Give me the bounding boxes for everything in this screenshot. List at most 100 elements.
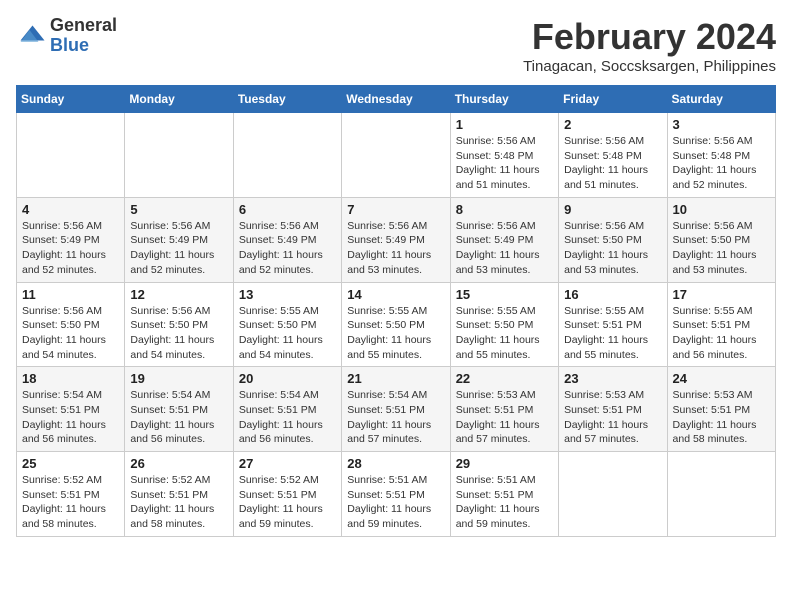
day-number: 1 xyxy=(456,117,553,132)
day-info: Sunrise: 5:56 AMSunset: 5:50 PMDaylight:… xyxy=(673,219,770,278)
calendar-cell: 18 Sunrise: 5:54 AMSunset: 5:51 PMDayligh… xyxy=(17,367,125,452)
day-info: Sunrise: 5:55 AMSunset: 5:50 PMDaylight:… xyxy=(456,304,553,363)
calendar-cell: 24Sunrise: 5:53 AMSunset: 5:51 PMDayligh… xyxy=(667,367,775,452)
day-info: Sunrise: 5:56 AMSunset: 5:49 PMDaylight:… xyxy=(130,219,227,278)
day-info: Sunrise: 5:56 AMSunset: 5:49 PMDaylight:… xyxy=(456,219,553,278)
calendar-week-1: 1 Sunrise: 5:56 AMSunset: 5:48 PMDaylight… xyxy=(17,113,776,198)
day-info: Sunrise: 5:54 AMSunset: 5:51 PMDaylight:… xyxy=(130,388,227,447)
day-info: Sunrise: 5:53 AMSunset: 5:51 PMDaylight:… xyxy=(456,388,553,447)
calendar-cell: 1 Sunrise: 5:56 AMSunset: 5:48 PMDaylight… xyxy=(450,113,558,198)
weekday-header-wednesday: Wednesday xyxy=(342,86,450,113)
calendar-cell xyxy=(233,113,341,198)
calendar-cell: 15 Sunrise: 5:55 AMSunset: 5:50 PMDayligh… xyxy=(450,282,558,367)
day-info: Sunrise: 5:56 AMSunset: 5:49 PMDaylight:… xyxy=(22,219,119,278)
calendar-cell: 2Sunrise: 5:56 AMSunset: 5:48 PMDaylight… xyxy=(559,113,667,198)
calendar-cell: 27 Sunrise: 5:52 AMSunset: 5:51 PMDayligh… xyxy=(233,452,341,537)
calendar-cell: 8 Sunrise: 5:56 AMSunset: 5:49 PMDaylight… xyxy=(450,197,558,282)
calendar-cell: 20 Sunrise: 5:54 AMSunset: 5:51 PMDayligh… xyxy=(233,367,341,452)
calendar-cell: 13 Sunrise: 5:55 AMSunset: 5:50 PMDayligh… xyxy=(233,282,341,367)
day-number: 24 xyxy=(673,371,770,386)
day-number: 18 xyxy=(22,371,119,386)
calendar-table: SundayMondayTuesdayWednesdayThursdayFrid… xyxy=(16,85,776,537)
day-info: Sunrise: 5:52 AMSunset: 5:51 PMDaylight:… xyxy=(22,473,119,532)
day-number: 11 xyxy=(22,287,119,302)
weekday-header-thursday: Thursday xyxy=(450,86,558,113)
calendar-cell: 10 Sunrise: 5:56 AMSunset: 5:50 PMDayligh… xyxy=(667,197,775,282)
day-number: 3 xyxy=(673,117,770,132)
day-number: 5 xyxy=(130,202,227,217)
weekday-header-saturday: Saturday xyxy=(667,86,775,113)
weekday-header-sunday: Sunday xyxy=(17,86,125,113)
calendar-cell: 29Sunrise: 5:51 AMSunset: 5:51 PMDayligh… xyxy=(450,452,558,537)
day-info: Sunrise: 5:54 AMSunset: 5:51 PMDaylight:… xyxy=(239,388,336,447)
calendar-cell: 26 Sunrise: 5:52 AMSunset: 5:51 PMDayligh… xyxy=(125,452,233,537)
calendar-cell xyxy=(342,113,450,198)
calendar-cell xyxy=(17,113,125,198)
weekday-header-friday: Friday xyxy=(559,86,667,113)
day-number: 20 xyxy=(239,371,336,386)
day-number: 12 xyxy=(130,287,227,302)
weekday-header-monday: Monday xyxy=(125,86,233,113)
calendar-week-3: 11 Sunrise: 5:56 AMSunset: 5:50 PMDayligh… xyxy=(17,282,776,367)
calendar-cell: 19 Sunrise: 5:54 AMSunset: 5:51 PMDayligh… xyxy=(125,367,233,452)
day-info: Sunrise: 5:56 AMSunset: 5:48 PMDaylight:… xyxy=(564,134,661,193)
day-number: 17 xyxy=(673,287,770,302)
day-info: Sunrise: 5:56 AMSunset: 5:49 PMDaylight:… xyxy=(239,219,336,278)
calendar-cell: 4 Sunrise: 5:56 AMSunset: 5:49 PMDaylight… xyxy=(17,197,125,282)
calendar-cell: 21Sunrise: 5:54 AMSunset: 5:51 PMDayligh… xyxy=(342,367,450,452)
logo-icon xyxy=(16,21,46,51)
logo: General Blue xyxy=(16,16,117,56)
day-info: Sunrise: 5:52 AMSunset: 5:51 PMDaylight:… xyxy=(239,473,336,532)
day-info: Sunrise: 5:56 AMSunset: 5:50 PMDaylight:… xyxy=(564,219,661,278)
calendar-cell xyxy=(559,452,667,537)
day-number: 27 xyxy=(239,456,336,471)
day-number: 8 xyxy=(456,202,553,217)
calendar-cell: 23Sunrise: 5:53 AMSunset: 5:51 PMDayligh… xyxy=(559,367,667,452)
calendar-cell: 6Sunrise: 5:56 AMSunset: 5:49 PMDaylight… xyxy=(233,197,341,282)
day-info: Sunrise: 5:54 AMSunset: 5:51 PMDaylight:… xyxy=(22,388,119,447)
title-block: February 2024 Tinagacan, Soccsksargen, P… xyxy=(523,16,776,75)
day-number: 22 xyxy=(456,371,553,386)
day-number: 4 xyxy=(22,202,119,217)
month-title: February 2024 xyxy=(523,16,776,58)
day-info: Sunrise: 5:55 AMSunset: 5:51 PMDaylight:… xyxy=(673,304,770,363)
day-number: 25 xyxy=(22,456,119,471)
day-info: Sunrise: 5:56 AMSunset: 5:50 PMDaylight:… xyxy=(130,304,227,363)
day-number: 26 xyxy=(130,456,227,471)
day-number: 14 xyxy=(347,287,444,302)
calendar-cell xyxy=(125,113,233,198)
day-number: 29 xyxy=(456,456,553,471)
day-info: Sunrise: 5:55 AMSunset: 5:50 PMDaylight:… xyxy=(239,304,336,363)
day-number: 9 xyxy=(564,202,661,217)
calendar-week-5: 25 Sunrise: 5:52 AMSunset: 5:51 PMDayligh… xyxy=(17,452,776,537)
day-number: 28 xyxy=(347,456,444,471)
calendar-cell: 3 Sunrise: 5:56 AMSunset: 5:48 PMDaylight… xyxy=(667,113,775,198)
calendar-cell: 7Sunrise: 5:56 AMSunset: 5:49 PMDaylight… xyxy=(342,197,450,282)
calendar-cell: 9 Sunrise: 5:56 AMSunset: 5:50 PMDaylight… xyxy=(559,197,667,282)
day-info: Sunrise: 5:56 AMSunset: 5:49 PMDaylight:… xyxy=(347,219,444,278)
day-number: 23 xyxy=(564,371,661,386)
day-info: Sunrise: 5:56 AMSunset: 5:48 PMDaylight:… xyxy=(673,134,770,193)
calendar-cell: 11Sunrise: 5:56 AMSunset: 5:50 PMDayligh… xyxy=(17,282,125,367)
weekday-header-row: SundayMondayTuesdayWednesdayThursdayFrid… xyxy=(17,86,776,113)
calendar-cell: 5 Sunrise: 5:56 AMSunset: 5:49 PMDaylight… xyxy=(125,197,233,282)
day-info: Sunrise: 5:56 AMSunset: 5:48 PMDaylight:… xyxy=(456,134,553,193)
calendar-cell: 22 Sunrise: 5:53 AMSunset: 5:51 PMDayligh… xyxy=(450,367,558,452)
calendar-week-2: 4 Sunrise: 5:56 AMSunset: 5:49 PMDaylight… xyxy=(17,197,776,282)
calendar-cell: 17 Sunrise: 5:55 AMSunset: 5:51 PMDayligh… xyxy=(667,282,775,367)
day-number: 15 xyxy=(456,287,553,302)
location-title: Tinagacan, Soccsksargen, Philippines xyxy=(523,58,776,75)
day-number: 10 xyxy=(673,202,770,217)
page-header: General Blue February 2024 Tinagacan, So… xyxy=(16,16,776,75)
day-number: 13 xyxy=(239,287,336,302)
calendar-cell: 14 Sunrise: 5:55 AMSunset: 5:50 PMDayligh… xyxy=(342,282,450,367)
day-info: Sunrise: 5:55 AMSunset: 5:50 PMDaylight:… xyxy=(347,304,444,363)
day-number: 21 xyxy=(347,371,444,386)
day-info: Sunrise: 5:51 AMSunset: 5:51 PMDaylight:… xyxy=(347,473,444,532)
logo-text: General Blue xyxy=(50,16,117,56)
day-number: 16 xyxy=(564,287,661,302)
day-number: 19 xyxy=(130,371,227,386)
calendar-cell xyxy=(667,452,775,537)
day-info: Sunrise: 5:52 AMSunset: 5:51 PMDaylight:… xyxy=(130,473,227,532)
calendar-cell: 12 Sunrise: 5:56 AMSunset: 5:50 PMDayligh… xyxy=(125,282,233,367)
